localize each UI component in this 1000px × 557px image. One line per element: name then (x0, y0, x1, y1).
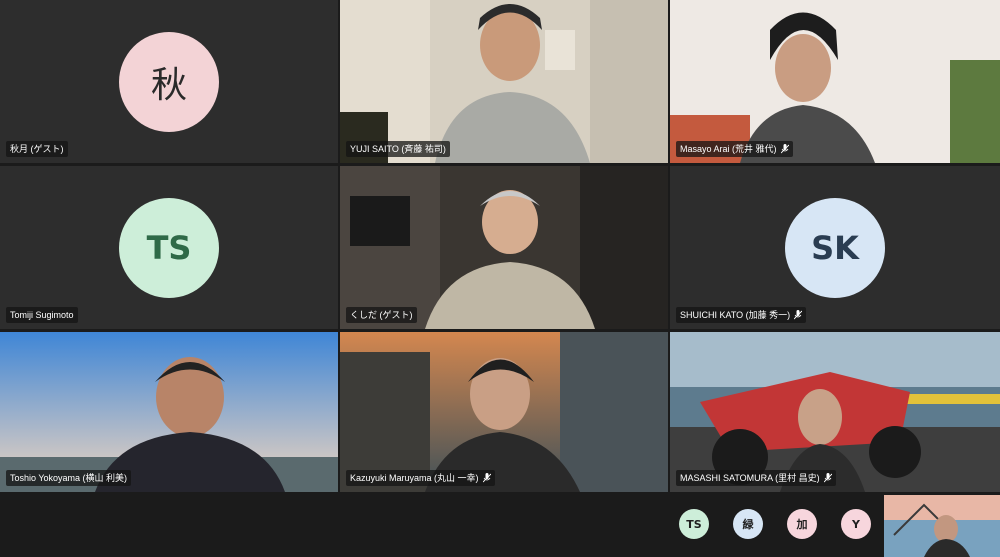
video-feed (670, 332, 1000, 492)
participant-grid: 秋 秋月 (ゲスト) YUJI SAITO (斉藤 祐司) Masayo Ara… (0, 0, 1000, 495)
self-view-video[interactable] (884, 495, 1000, 557)
participant-name: 秋月 (ゲスト) (6, 141, 68, 157)
overflow-avatar[interactable]: Y (841, 509, 871, 539)
participant-video-tile[interactable]: Masayo Arai (荒井 雅代) (670, 0, 1000, 163)
participant-video-tile[interactable]: YUJI SAITO (斉藤 祐司) (340, 0, 668, 163)
mic-muted-icon (482, 473, 491, 483)
mic-muted-icon (823, 473, 832, 483)
video-feed (0, 332, 338, 492)
participant-name: SHUICHI KATO (加藤 秀一) (676, 307, 807, 323)
participant-tile[interactable]: 秋 秋月 (ゲスト) (0, 0, 338, 163)
participant-video-tile[interactable]: Kazuyuki Maruyama (丸山 一幸) (340, 332, 668, 492)
overflow-participants-bar: TS 緑 加 Y (0, 495, 1000, 557)
participant-tile[interactable]: SK SHUICHI KATO (加藤 秀一) (670, 166, 1000, 329)
overflow-avatar[interactable]: TS (679, 509, 709, 539)
participant-name: くしだ (ゲスト) (346, 307, 417, 323)
avatar: 秋 (119, 31, 219, 132)
participant-name: Masayo Arai (荒井 雅代) (676, 141, 793, 157)
participant-name: Kazuyuki Maruyama (丸山 一幸) (346, 470, 495, 486)
participant-tile[interactable]: TS Tomiji Sugimoto (0, 166, 338, 329)
participant-name: Toshio Yokoyama (横山 利美) (6, 470, 132, 486)
avatar: SK (785, 197, 885, 298)
video-feed (340, 332, 668, 492)
video-feed (340, 166, 668, 329)
participant-name: YUJI SAITO (斉藤 祐司) (346, 141, 450, 157)
video-feed (884, 495, 1000, 557)
mic-muted-icon (780, 144, 789, 154)
participant-video-tile[interactable]: MASASHI SATOMURA (里村 昌史) (670, 332, 1000, 492)
video-feed (340, 0, 668, 163)
participant-name: MASASHI SATOMURA (里村 昌史) (676, 470, 836, 486)
overflow-avatar[interactable]: 緑 (733, 509, 763, 539)
video-feed (670, 0, 1000, 163)
overflow-avatar[interactable]: 加 (787, 509, 817, 539)
participant-video-tile[interactable]: Toshio Yokoyama (横山 利美) (0, 332, 338, 492)
participant-video-tile[interactable]: くしだ (ゲスト) (340, 166, 668, 329)
mic-muted-icon (794, 310, 803, 320)
participant-name: Tomiji Sugimoto (6, 307, 78, 323)
avatar: TS (119, 197, 219, 298)
